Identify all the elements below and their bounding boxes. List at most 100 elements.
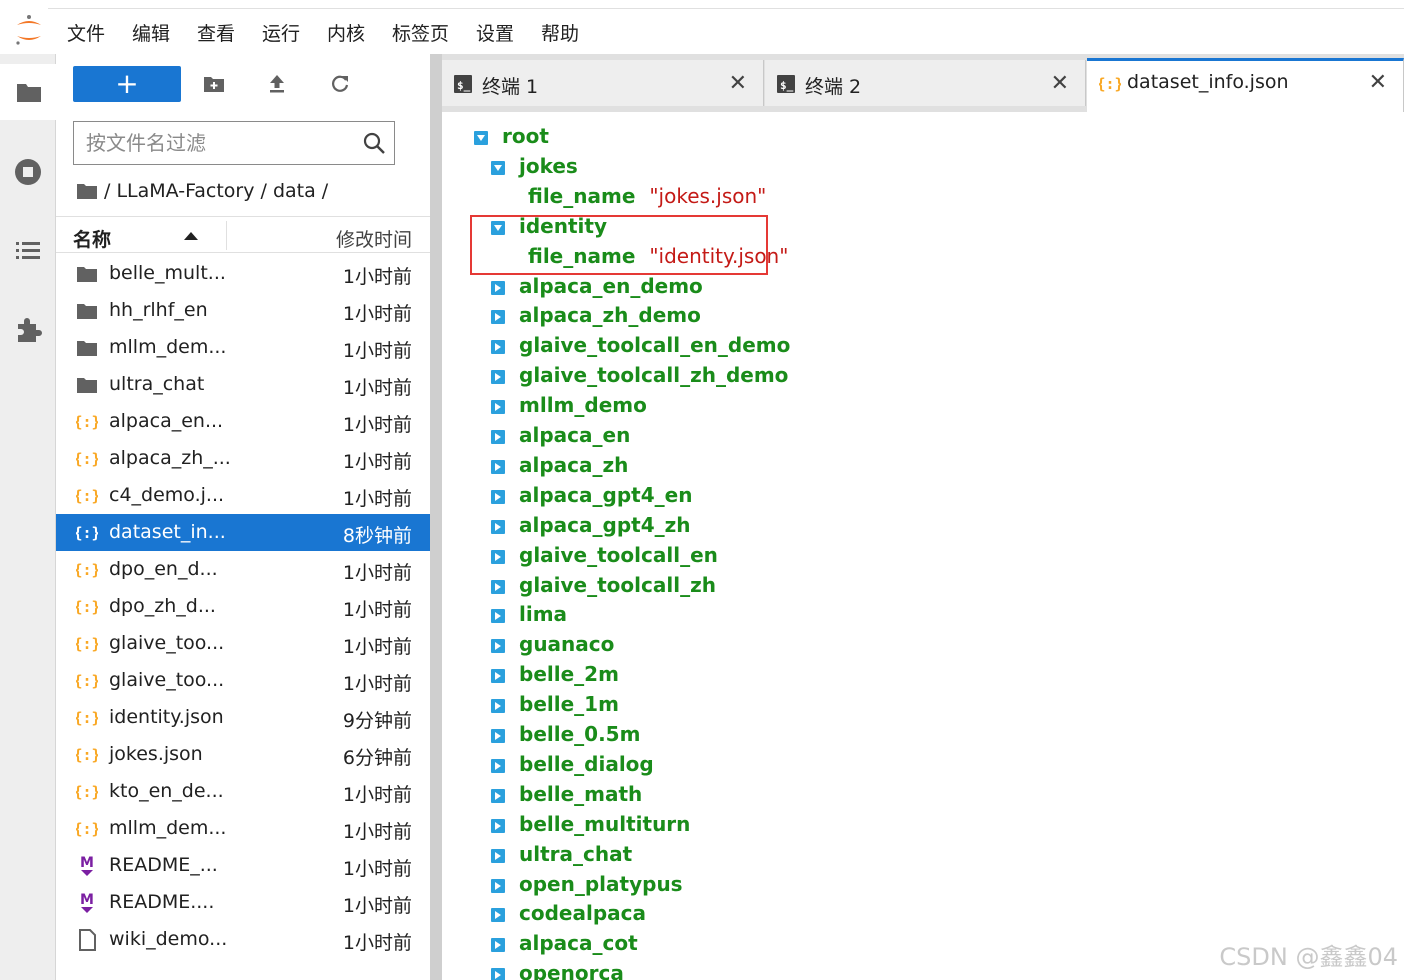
expand-toggle-icon[interactable] [491, 729, 505, 743]
json-key: ultra_chat [519, 841, 633, 866]
file-modified-time: 1小时前 [342, 673, 412, 695]
activity-file-browser[interactable] [0, 64, 57, 120]
expand-toggle-icon[interactable] [491, 310, 505, 325]
activity-running[interactable] [0, 144, 56, 200]
terminal-icon: $_ [454, 75, 472, 97]
activity-extensions[interactable] [0, 302, 56, 358]
expand-toggle-icon[interactable] [491, 609, 505, 624]
file-row[interactable]: {:} identity.json 9分钟前 [56, 699, 430, 736]
file-name: dpo_zh_d... [109, 595, 216, 617]
file-row[interactable]: {:} jokes.json 6分钟前 [56, 736, 430, 773]
menu-item-2[interactable]: 查看 [197, 19, 235, 46]
file-row[interactable]: mllm_dem... 1小时前 [56, 329, 430, 366]
expand-toggle-icon[interactable] [491, 400, 505, 415]
new-launcher-button[interactable]: + [73, 66, 181, 102]
file-row[interactable]: {:} dataset_in... 8秒钟前 [56, 514, 430, 551]
menu-item-4[interactable]: 内核 [327, 19, 365, 46]
expand-toggle-icon[interactable] [491, 818, 505, 833]
expand-toggle-icon[interactable] [491, 908, 505, 923]
file-row[interactable]: {:} dpo_zh_d... 1小时前 [56, 588, 430, 625]
json-file-icon: {:} [76, 559, 98, 581]
file-row[interactable]: {:} alpaca_en... 1小时前 [56, 403, 430, 440]
file-list-header: 名称 修改时间 [56, 216, 430, 253]
file-modified-time: 1小时前 [342, 858, 412, 880]
expand-toggle-icon[interactable] [491, 938, 505, 953]
expand-toggle-icon[interactable] [491, 758, 505, 773]
upload-button[interactable] [265, 72, 289, 96]
expand-toggle-icon[interactable] [491, 370, 505, 385]
menu-item-6[interactable]: 设置 [476, 19, 514, 46]
file-row[interactable]: belle_mult... 1小时前 [56, 255, 430, 292]
collapse-toggle-icon[interactable] [491, 160, 505, 175]
expand-toggle-icon[interactable] [491, 788, 505, 803]
file-name: dpo_en_d... [109, 558, 218, 580]
collapse-toggle-icon[interactable] [474, 131, 488, 145]
tab-2[interactable]: {:} dataset_info.json ✕ [1087, 58, 1404, 112]
expand-toggle-icon[interactable] [491, 878, 505, 893]
file-row[interactable]: {:} kto_en_de... 1小时前 [56, 773, 430, 810]
svg-text:{:}: {:} [1099, 75, 1121, 93]
home-folder-icon[interactable] [76, 182, 98, 200]
file-name: jokes.json [109, 743, 203, 765]
list-icon [16, 242, 40, 259]
expand-toggle-icon[interactable] [491, 519, 505, 534]
file-browser-panel: + / LLaMA-Factory / data / 名称 修改时间 belle… [56, 54, 430, 980]
expand-toggle-icon[interactable] [491, 430, 505, 444]
menu-item-5[interactable]: 标签页 [392, 19, 449, 46]
file-row[interactable]: wiki_demo... 1小时前 [56, 921, 430, 958]
expand-toggle-icon[interactable] [491, 280, 505, 295]
json-key: glaive_toolcall_zh_demo [519, 363, 789, 388]
file-name: dataset_in... [109, 521, 226, 543]
breadcrumb-path[interactable]: / LLaMA-Factory / data / [104, 180, 328, 202]
expand-toggle-icon[interactable] [491, 489, 505, 504]
panel-splitter[interactable] [430, 54, 442, 980]
menu-item-7[interactable]: 帮助 [541, 19, 579, 46]
expand-toggle-icon[interactable] [491, 669, 505, 684]
file-row[interactable]: M README.... 1小时前 [56, 884, 430, 921]
menu-item-0[interactable]: 文件 [67, 19, 105, 46]
tab-1[interactable]: $_ 终端 2 ✕ [765, 60, 1086, 106]
close-icon[interactable]: ✕ [1051, 71, 1069, 96]
refresh-button[interactable] [328, 72, 352, 96]
expand-toggle-icon[interactable] [491, 699, 505, 714]
file-row[interactable]: {:} glaive_too... 1小时前 [56, 662, 430, 699]
file-row[interactable]: ultra_chat 1小时前 [56, 366, 430, 403]
column-name-header[interactable]: 名称 [73, 225, 111, 252]
search-icon [363, 132, 385, 154]
expand-toggle-icon[interactable] [491, 340, 505, 355]
json-key-text: file_name [528, 243, 636, 268]
file-row[interactable]: hh_rlhf_en 1小时前 [56, 292, 430, 329]
json-key: file_name "identity.json" [528, 244, 788, 268]
main-area: $_ 终端 1 ✕ $_ 终端 2 ✕ {:} dataset_info.json ✕ root… [442, 54, 1404, 980]
json-key: glaive_toolcall_en [519, 542, 718, 567]
tab-0[interactable]: $_ 终端 1 ✕ [442, 60, 764, 106]
json-file-icon: {:} [76, 670, 98, 692]
filter-box [73, 121, 395, 165]
json-key: openorca [519, 961, 624, 980]
file-row[interactable]: M README_... 1小时前 [56, 847, 430, 884]
expand-toggle-icon[interactable] [491, 549, 505, 564]
new-folder-button[interactable] [202, 72, 226, 96]
menu-item-1[interactable]: 编辑 [132, 19, 170, 46]
expand-toggle-icon[interactable] [491, 459, 505, 474]
menu-item-3[interactable]: 运行 [262, 19, 300, 46]
file-row[interactable]: {:} glaive_too... 1小时前 [56, 625, 430, 662]
expand-toggle-icon[interactable] [491, 639, 505, 654]
expand-toggle-icon[interactable] [491, 579, 505, 594]
svg-text:{:}: {:} [76, 635, 98, 653]
column-modified-header[interactable]: 修改时间 [336, 225, 412, 252]
close-icon[interactable]: ✕ [1369, 70, 1387, 95]
expand-toggle-icon[interactable] [491, 848, 505, 863]
collapse-toggle-icon[interactable] [491, 220, 505, 235]
close-icon[interactable]: ✕ [729, 71, 747, 96]
json-key: alpaca_cot [519, 931, 638, 956]
folder-icon [76, 300, 98, 322]
filter-input[interactable] [86, 130, 346, 156]
file-row[interactable]: {:} alpaca_zh_... 1小时前 [56, 440, 430, 477]
file-row[interactable]: {:} dpo_en_d... 1小时前 [56, 551, 430, 588]
file-row[interactable]: {:} c4_demo.j... 1小时前 [56, 477, 430, 514]
activity-toc[interactable] [0, 222, 56, 278]
expand-toggle-icon[interactable] [491, 968, 505, 980]
file-row[interactable]: {:} mllm_dem... 1小时前 [56, 810, 430, 847]
file-modified-time: 1小时前 [342, 932, 412, 954]
